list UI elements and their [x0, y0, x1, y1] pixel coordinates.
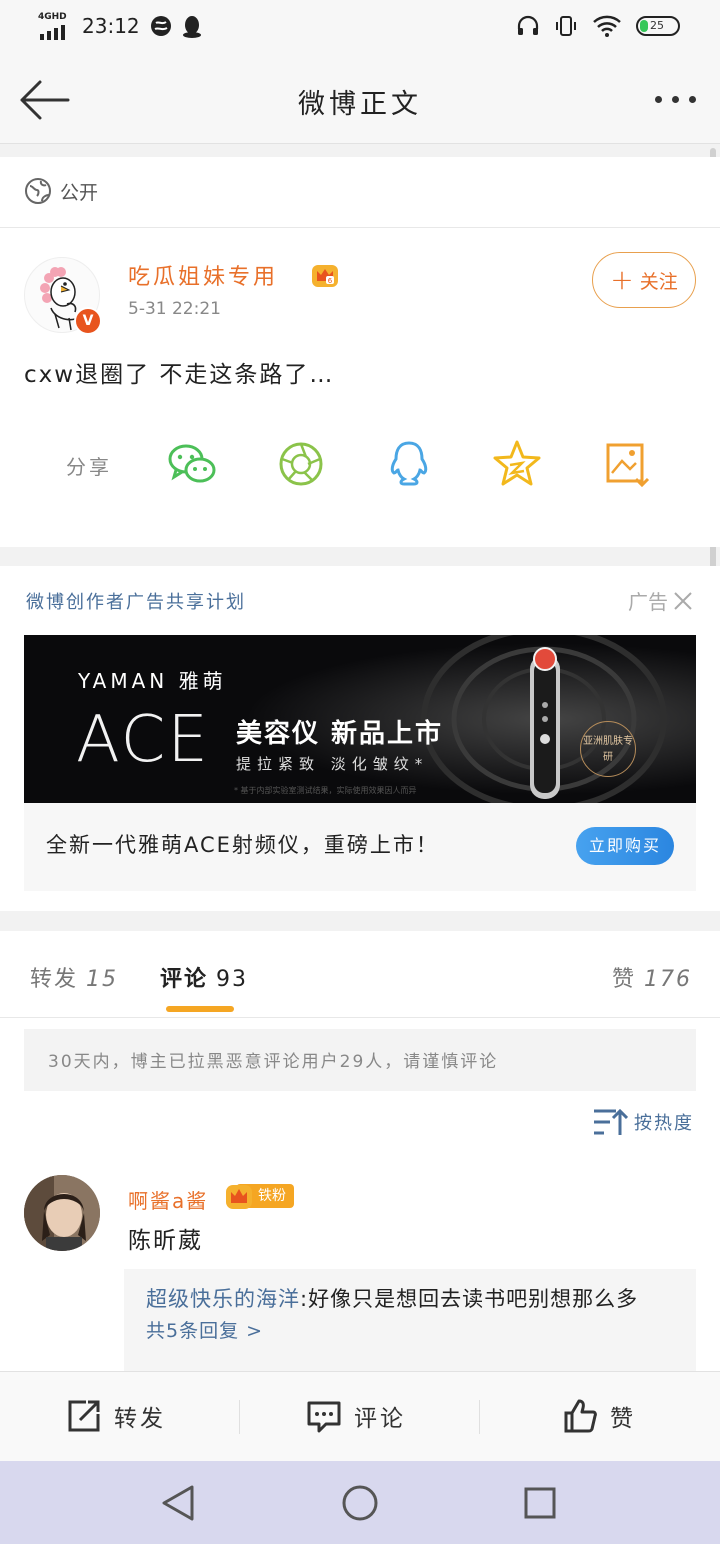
ad-card: 微博创作者广告共享计划 广告 YAMAN 雅萌 ACE 美容仪 新品上市 提拉紧… — [0, 566, 720, 911]
reply-text: :好像只是想回去读书吧别想那么多 — [300, 1287, 639, 1311]
follow-label: 关注 — [639, 270, 678, 293]
system-nav-bar — [0, 1461, 720, 1544]
cellular-signal-icon: 4GHD — [38, 12, 72, 40]
tab-likes[interactable]: 赞 176 — [612, 961, 692, 993]
ad-banner-image[interactable]: YAMAN 雅萌 ACE 美容仪 新品上市 提拉紧致 淡化皱纹* * 基于内部实… — [24, 635, 696, 803]
bottom-action-bar: 转发 评论 赞 — [0, 1371, 720, 1461]
ad-tag-label: 广告 — [628, 590, 668, 614]
repost-label: 转发 — [114, 1406, 166, 1432]
tab-label: 赞 — [611, 967, 636, 992]
top-nav-bar: 微博正文 — [0, 56, 720, 144]
browser-icon — [150, 16, 171, 36]
globe-icon — [25, 178, 51, 204]
headphones-icon — [517, 15, 539, 35]
back-triangle-icon[interactable] — [158, 1483, 198, 1523]
tab-count: 15 — [86, 967, 119, 992]
plus-icon: + — [610, 263, 634, 296]
comment-text: 陈昕葳 — [128, 1228, 203, 1254]
wechat-icon[interactable] — [164, 437, 218, 491]
ad-subline: 提拉紧致 淡化皱纹* — [236, 755, 429, 773]
like-button[interactable]: 赞 — [562, 1398, 636, 1434]
status-bar: 4GHD 23:12 25 — [0, 0, 720, 56]
qzone-star-icon[interactable] — [490, 437, 544, 491]
visibility-row: 公开 — [24, 177, 98, 205]
ad-tag: 广告 — [628, 586, 694, 615]
share-label: 分享 — [66, 455, 112, 479]
ad-program-label[interactable]: 微博创作者广告共享计划 — [26, 588, 246, 614]
close-ad-icon[interactable] — [672, 590, 694, 612]
reply-line: 超级快乐的海洋:好像只是想回去读书吧别想那么多 — [146, 1283, 674, 1315]
network-type: 4GHD — [38, 12, 67, 22]
comment-button[interactable]: 评论 — [306, 1398, 406, 1434]
ad-brand: YAMAN 雅萌 — [78, 669, 227, 693]
ad-footer[interactable]: 全新一代雅萌ACE射频仪，重磅上市！ 立即购买 — [24, 803, 696, 891]
commenter-name[interactable]: 啊酱a酱 — [128, 1185, 208, 1214]
tab-label: 转发 — [30, 967, 79, 992]
commenter-photo — [24, 1175, 100, 1251]
author-name[interactable]: 吃瓜姐妹专用 — [128, 259, 278, 291]
follow-button[interactable]: + 关注 — [592, 252, 696, 308]
sort-icon — [594, 1108, 628, 1135]
qq-icon[interactable] — [382, 437, 436, 491]
separator — [479, 1400, 480, 1434]
tab-reposts[interactable]: 转发 15 — [30, 961, 118, 993]
wifi-icon — [593, 15, 621, 37]
author-avatar-wrap[interactable]: V — [24, 257, 102, 335]
view-replies-link[interactable]: 共5条回复 > — [146, 1315, 674, 1347]
post-timestamp: 5-31 22:21 — [128, 299, 221, 319]
repost-icon — [68, 1400, 100, 1432]
home-circle-icon[interactable] — [340, 1483, 380, 1523]
comment-label: 评论 — [354, 1406, 406, 1432]
vibrate-icon — [556, 16, 576, 36]
fan-badge: 铁粉 — [224, 1181, 294, 1211]
clock: 23:12 — [82, 14, 140, 38]
ad-product-name: ACE — [76, 703, 210, 777]
ad-fine-print: * 基于内部实验室测试结果，实际使用效果因人而异 — [234, 786, 417, 795]
avatar[interactable] — [24, 1175, 100, 1251]
moments-icon[interactable] — [274, 437, 328, 491]
tab-count: 176 — [644, 967, 692, 992]
recents-square-icon[interactable] — [522, 1483, 558, 1523]
reply-preview[interactable]: 超级快乐的海洋:好像只是想回去读书吧别想那么多 共5条回复 > — [124, 1269, 696, 1371]
buy-now-button[interactable]: 立即购买 — [576, 827, 674, 865]
active-tab-indicator — [166, 1006, 234, 1012]
page-title: 微博正文 — [298, 89, 422, 120]
qq-status-icon — [182, 16, 201, 38]
comments-section: 转发 15 评论 93 赞 176 30天内，博主已拉黑恶意评论用户29人，请谨慎评论… — [0, 931, 720, 1371]
battery-level: 25 — [650, 19, 664, 32]
comment-notice: 30天内，博主已拉黑恶意评论用户29人，请谨慎评论 — [24, 1029, 696, 1091]
comment-icon — [307, 1401, 341, 1433]
fan-crown-icon — [226, 1185, 252, 1209]
tab-count: 93 — [216, 967, 249, 992]
vip-crown-icon: 6 — [312, 265, 338, 287]
divider — [0, 1017, 720, 1018]
separator — [239, 1400, 240, 1434]
more-options-icon[interactable] — [655, 96, 696, 103]
save-image-icon[interactable] — [600, 437, 654, 491]
svg-text:6: 6 — [328, 277, 333, 285]
tab-comments[interactable]: 评论 93 — [160, 961, 248, 993]
share-row: 分享 — [0, 437, 720, 497]
battery-indicator: 25 — [636, 16, 680, 36]
verified-badge: V — [74, 307, 102, 335]
thumbs-up-icon — [564, 1399, 597, 1433]
ad-seal: 亚洲肌肤专研 — [580, 721, 636, 777]
ad-caption: 全新一代雅萌ACE射频仪，重磅上市！ — [46, 833, 439, 857]
sort-label: 按热度 — [634, 1113, 694, 1134]
like-label: 赞 — [610, 1406, 636, 1432]
ad-headline: 美容仪 新品上市 — [236, 719, 444, 749]
divider — [0, 227, 720, 228]
reply-user[interactable]: 超级快乐的海洋 — [146, 1287, 300, 1311]
post-card: 公开 V 吃瓜姐妹专用 6 5-31 22:21 + 关注 cxw退圈了 不走这… — [0, 157, 720, 547]
sort-by-heat-button[interactable]: 按热度 — [592, 1107, 694, 1137]
tab-label: 评论 — [160, 967, 209, 992]
visibility-label: 公开 — [60, 181, 99, 204]
post-body-text: cxw退圈了 不走这条路了… — [24, 362, 335, 388]
repost-button[interactable]: 转发 — [66, 1398, 166, 1434]
